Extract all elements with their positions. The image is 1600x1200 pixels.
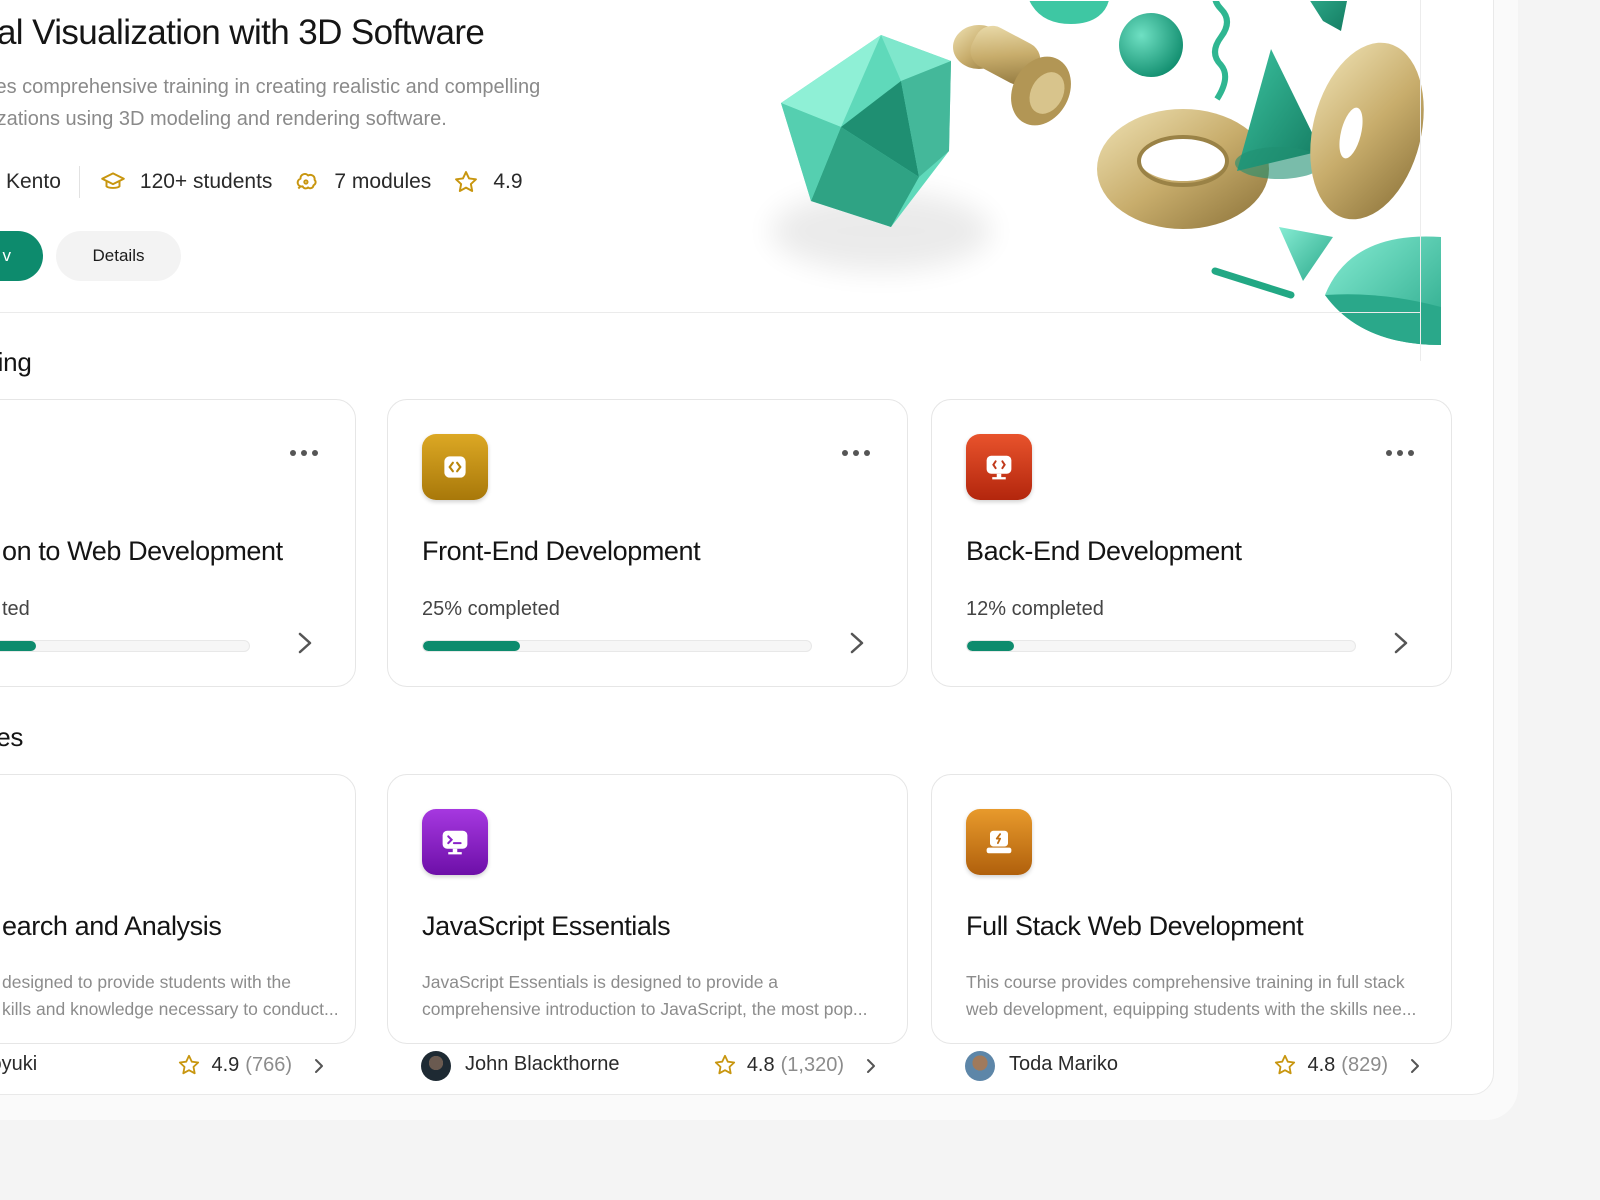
course-card-description: JavaScript Essentials is designed to pro…: [422, 972, 868, 1019]
course-card-footer: Toda Mariko 4.8 (829): [931, 1031, 1452, 1091]
more-options-icon[interactable]: [841, 448, 871, 458]
instructor-name: Kento: [6, 170, 61, 193]
more-options-icon[interactable]: [289, 448, 319, 458]
learning-card[interactable]: Back-End Development 12% completed: [931, 399, 1452, 687]
author-name: John Blackthorne: [465, 1053, 620, 1075]
main-panel: ctural Visualization with 3D Software pr…: [0, 0, 1494, 1095]
progress-fill: [967, 641, 1014, 651]
progress-fill: [0, 641, 36, 651]
course-title: ctural Visualization with 3D Software: [0, 13, 485, 52]
chevron-right-icon[interactable]: [1391, 628, 1411, 658]
chevron-right-icon[interactable]: [847, 628, 867, 658]
progress-bar: [0, 640, 250, 652]
course-card-title: Full Stack Web Development: [966, 911, 1304, 941]
learning-card-progress-label: ted: [2, 598, 30, 620]
course-card[interactable]: Full Stack Web Development This course p…: [931, 774, 1452, 1044]
star-icon: [179, 1054, 200, 1075]
learning-card-title: Front-End Development: [422, 536, 701, 566]
progress-bar: [422, 640, 812, 652]
course-card-rating: 4.8 (829): [1273, 1053, 1388, 1077]
avatar: [965, 1051, 995, 1081]
courses-heading: urses: [0, 722, 24, 752]
chevron-right-icon[interactable]: [864, 1055, 878, 1077]
course-description: provides comprehensive training in creat…: [0, 76, 541, 130]
more-options-icon[interactable]: [1385, 448, 1415, 458]
course-card-title: JavaScript Essentials: [422, 911, 671, 941]
modules-count: 7 modules: [294, 169, 431, 195]
learning-card-title: Back-End Development: [966, 536, 1242, 566]
details-button[interactable]: Details: [56, 231, 181, 281]
learning-card-progress-label: 12% completed: [966, 598, 1104, 620]
students-count: 120+ students: [100, 169, 272, 195]
learning-card-progress-label: 25% completed: [422, 598, 560, 620]
right-rail: [1420, 0, 1421, 361]
progress-bar: [966, 640, 1356, 652]
course-card-rating: 4.9 (766): [177, 1053, 292, 1077]
course-card-title: earch and Analysis: [2, 911, 222, 941]
hero-3d-illustration: [771, 1, 1441, 345]
learning-card[interactable]: Front-End Development 25% completed: [387, 399, 908, 687]
monitor-code-icon: [966, 434, 1032, 500]
continue-learning-heading: arning: [0, 347, 32, 377]
chevron-right-icon[interactable]: [295, 628, 315, 658]
author-name: Hiroyuki: [0, 1053, 38, 1075]
avatar: [421, 1051, 451, 1081]
star-icon: [455, 171, 478, 192]
course-card-rating: 4.8 (1,320): [713, 1053, 844, 1077]
author-name: Toda Mariko: [1009, 1053, 1118, 1075]
course-card[interactable]: earch and Analysis designed to provide s…: [0, 774, 356, 1044]
hero-divider: [0, 312, 1421, 313]
chevron-right-icon[interactable]: [1408, 1055, 1422, 1077]
chevron-right-icon[interactable]: [312, 1055, 326, 1077]
course-meta: Kento 120+ students 7 modules 4.9: [0, 166, 523, 198]
laptop-bolt-icon: [966, 809, 1032, 875]
code-brackets-icon: [422, 434, 488, 500]
continue-button[interactable]: v: [0, 231, 43, 281]
terminal-icon: [422, 809, 488, 875]
learning-card-title: on to Web Development: [2, 536, 283, 566]
star-icon: [714, 1054, 735, 1075]
progress-fill: [423, 641, 520, 651]
meta-divider: [78, 166, 80, 198]
graduation-cap-icon: [101, 172, 125, 189]
course-card-footer: John Blackthorne 4.8 (1,320): [387, 1031, 908, 1091]
learning-card[interactable]: on to Web Development ted: [0, 399, 356, 687]
course-card-footer: Hiroyuki 4.9 (766): [0, 1031, 356, 1091]
course-rating: 4.9: [453, 169, 523, 195]
course-card-description: designed to provide students with the ki…: [2, 972, 339, 1019]
course-card-description: This course provides comprehensive train…: [966, 972, 1417, 1019]
star-icon: [1275, 1054, 1296, 1075]
brain-icon: [297, 173, 317, 190]
course-card[interactable]: JavaScript Essentials JavaScript Essenti…: [387, 774, 908, 1044]
